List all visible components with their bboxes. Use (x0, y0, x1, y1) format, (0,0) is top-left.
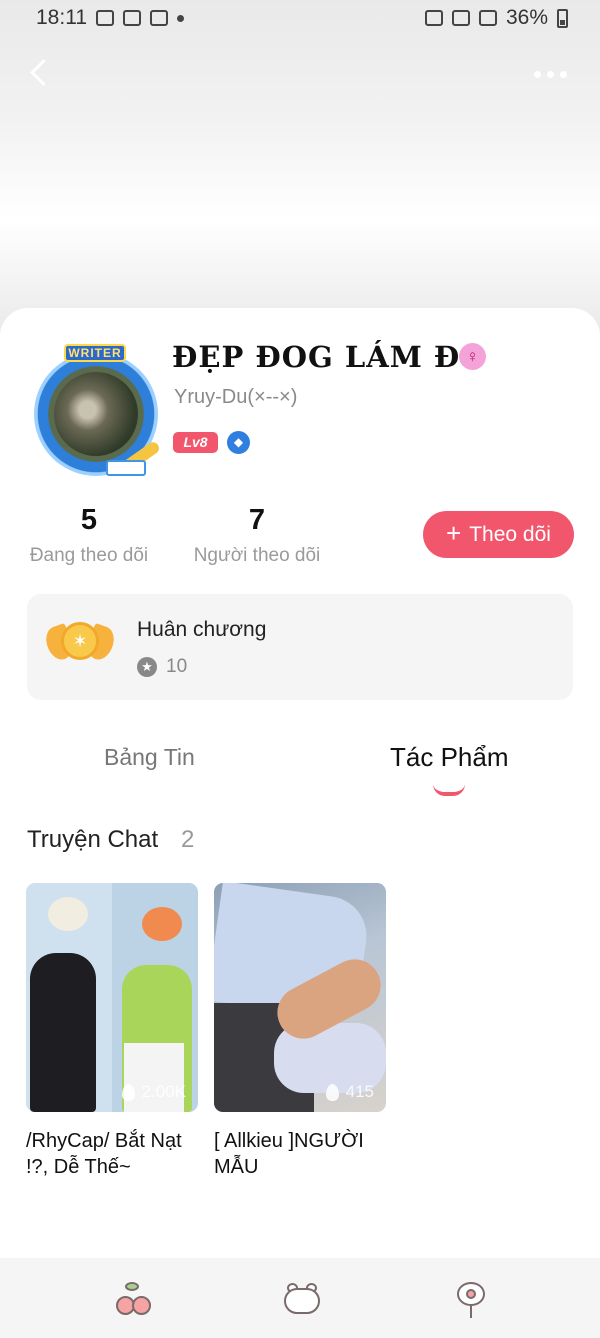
story-view-count: 415 (345, 1082, 374, 1101)
section-title: Truyện Chat (27, 826, 159, 853)
avatar[interactable]: WRITER (28, 344, 164, 480)
thumbnail-figure (48, 897, 88, 931)
notification-icon (96, 10, 114, 26)
more-notifications-icon (177, 14, 184, 22)
story-view-count: 2.00K (141, 1082, 186, 1101)
status-bar: 18:11 36% (0, 0, 600, 36)
cherry-leaf (125, 1282, 139, 1291)
bottom-nav (0, 1258, 600, 1338)
story-views: 2.00K (121, 1082, 186, 1102)
status-time: 18:11 (36, 6, 87, 29)
flame-icon (325, 1083, 339, 1101)
followers-label: Người theo dõi (193, 545, 321, 566)
profile-handle: Yruy-Du(×--×) (174, 386, 298, 408)
tab-works[interactable]: Tác Phẩm (390, 742, 509, 773)
back-button[interactable] (22, 54, 62, 94)
wifi-icon (478, 10, 497, 26)
battery-percent: 36% (505, 6, 548, 29)
profile-name: ĐẸP ĐOG LÁM ĐO (172, 340, 487, 374)
story-card[interactable]: 2.00K /RhyCap/ Bắt Nạt !?, Dễ Thế~ (26, 883, 198, 1180)
more-options-button[interactable] (534, 64, 574, 84)
thumbnail-figure (142, 907, 182, 941)
notification-icon (123, 10, 141, 26)
medal-icon: ✶ (41, 618, 119, 674)
story-card[interactable]: 415 [ Allkieu ]NGƯỜI MẪU (214, 883, 386, 1180)
medals-panel[interactable]: ✶ Huân chương ★ 10 (27, 594, 573, 700)
more-dot-icon (534, 70, 541, 78)
flame-icon (121, 1083, 135, 1101)
notification-icon (150, 10, 168, 26)
top-bar (0, 52, 600, 96)
profile-card: WRITER ĐẸP ĐOG LÁM ĐO ♀ Yruy-Du(×--×) Lv… (0, 308, 600, 1258)
medals-title: Huân chương (137, 618, 267, 641)
medals-count-row: ★ 10 (137, 656, 187, 678)
alarm-icon (424, 10, 443, 26)
story-title[interactable]: [ Allkieu ]NGƯỜI MẪU (214, 1128, 386, 1180)
diamond-badge-icon: ◆ (227, 431, 250, 454)
flower-stem (470, 1306, 472, 1318)
status-right: 36% (424, 6, 568, 30)
book-icon (106, 460, 146, 476)
star-icon: ★ (137, 657, 157, 677)
battery-icon (557, 8, 568, 28)
follow-button-label: Theo dõi (469, 522, 551, 546)
medals-count: 10 (166, 656, 188, 677)
section-count: 2 (181, 826, 195, 853)
tab-feed[interactable]: Bảng Tin (104, 744, 195, 771)
flower-center (466, 1289, 476, 1299)
medal-disc: ✶ (61, 622, 99, 660)
bear-icon[interactable] (282, 1280, 322, 1320)
bear-head (284, 1288, 320, 1314)
story-views: 415 (325, 1082, 374, 1102)
more-dot-icon (547, 70, 554, 78)
more-dot-icon (560, 70, 567, 78)
following-stat[interactable]: 5 Đang theo dõi (24, 504, 154, 567)
story-thumbnail[interactable]: 415 (214, 883, 386, 1112)
plus-icon: + (446, 518, 462, 548)
female-gender-icon: ♀ (459, 343, 486, 370)
writer-badge: WRITER (64, 344, 126, 362)
avatar-photo (54, 372, 138, 456)
following-label: Đang theo dõi (29, 545, 149, 566)
following-count: 5 (80, 504, 98, 536)
followers-count: 7 (248, 504, 266, 536)
story-title[interactable]: /RhyCap/ Bắt Nạt !?, Dễ Thế~ (26, 1128, 198, 1180)
cherry-fruit (132, 1296, 151, 1315)
active-tab-indicator (433, 784, 465, 796)
follow-button[interactable]: + Theo dõi (423, 511, 574, 558)
followers-stat[interactable]: 7 Người theo dõi (188, 504, 326, 567)
status-left: 18:11 (36, 6, 184, 30)
thumbnail-figure (30, 953, 96, 1112)
mute-icon (451, 10, 470, 26)
story-thumbnail[interactable]: 2.00K (26, 883, 198, 1112)
cherry-icon[interactable] (113, 1280, 153, 1320)
level-badge: Lv8 (173, 432, 218, 453)
flower-icon[interactable] (451, 1280, 491, 1320)
